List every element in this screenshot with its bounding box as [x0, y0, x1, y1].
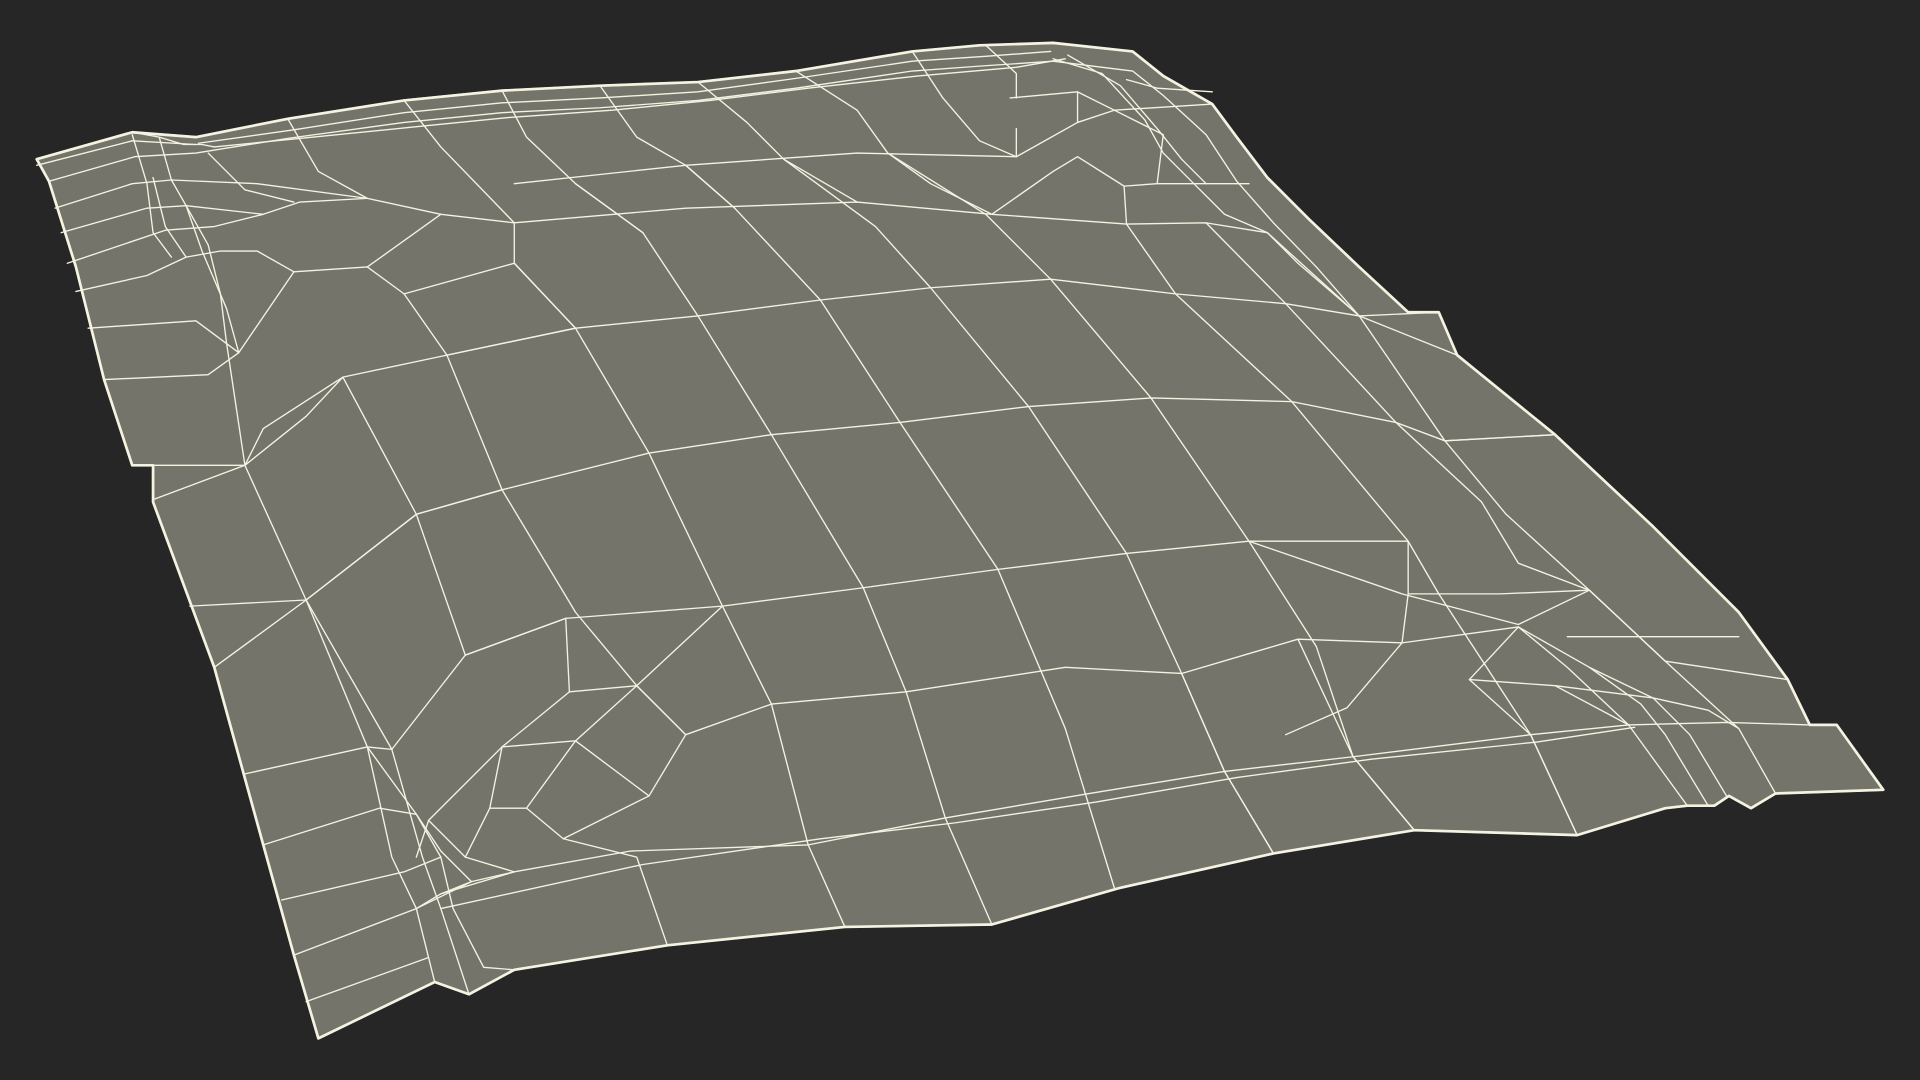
render-viewport: [0, 0, 1920, 1080]
mesh-render: [0, 0, 1920, 1080]
